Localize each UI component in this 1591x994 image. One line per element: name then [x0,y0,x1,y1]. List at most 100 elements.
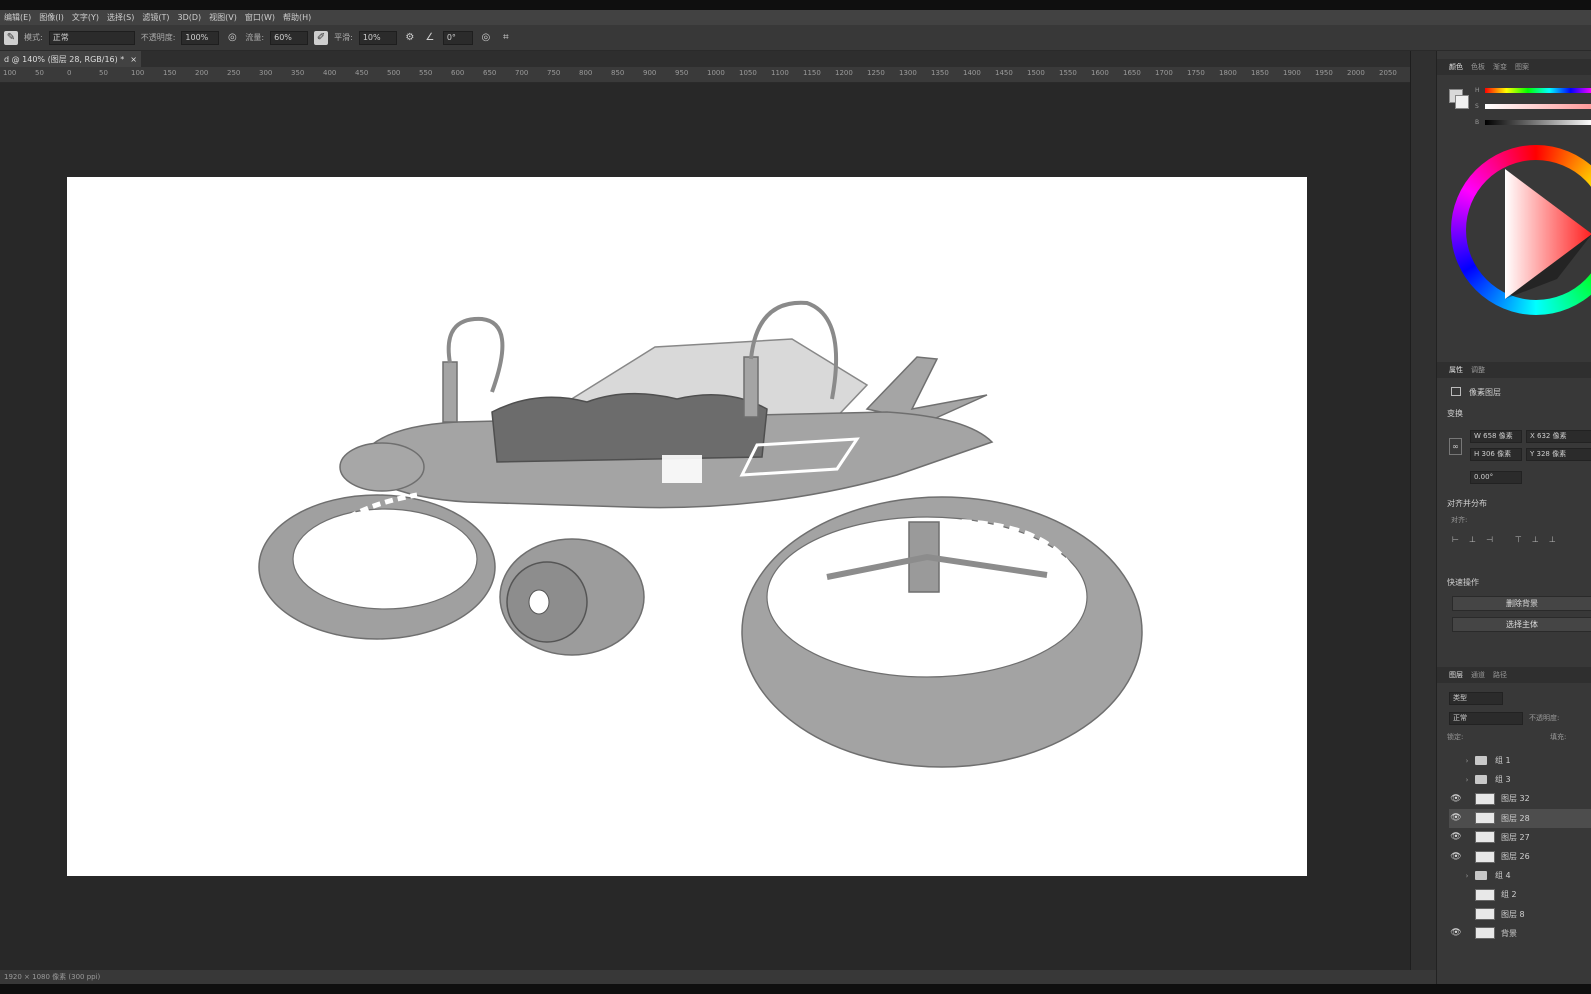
align-center-icon[interactable]: ⊥ [1469,535,1476,545]
menu-item[interactable]: 选择(S) [107,12,134,23]
tab-channels[interactable]: 通道 [1471,670,1485,680]
menu-item[interactable]: 窗口(W) [245,12,275,23]
ruler-mark: 600 [451,69,465,77]
background-swatch[interactable] [1455,95,1469,109]
layer-thumbnail [1475,792,1495,805]
layer-opacity-label: 不透明度: [1529,714,1560,722]
gear-icon[interactable]: ⚙ [403,31,417,45]
layer-row[interactable]: 👁 图层 27 [1449,828,1591,847]
layer-row[interactable]: 👁 图层 32 [1449,789,1591,808]
menu-bar: 编辑(E) 图像(I) 文字(Y) 选择(S) 滤镜(T) 3D(D) 视图(V) 窗口(W)… [0,10,1591,25]
eye-icon[interactable]: 👁 [1449,813,1463,823]
properties-panel-tabs: 属性 调整 [1437,362,1591,378]
status-bar: 1920 × 1080 像素 (300 ppi) [0,970,1436,984]
opacity-label: 不透明度: [140,33,176,42]
tab-adjustments[interactable]: 调整 [1471,365,1485,375]
blend-mode-select[interactable]: 正常 [1449,712,1523,725]
flow-label: 流量: [245,33,265,42]
hue-slider[interactable] [1485,88,1591,93]
expand-chevron-icon[interactable]: › [1463,776,1471,784]
expand-chevron-icon[interactable]: › [1463,872,1471,880]
menu-item[interactable]: 编辑(E) [4,12,31,23]
ruler-mark: 1800 [1219,69,1237,77]
mode-select[interactable]: 正常 [48,30,135,45]
layer-row[interactable]: 组 2 [1449,885,1591,904]
ruler-mark: 1900 [1283,69,1301,77]
brightness-slider[interactable] [1485,120,1591,125]
pressure-opacity-icon[interactable]: ◎ [225,31,239,45]
expand-chevron-icon[interactable]: › [1463,757,1471,765]
airbrush-icon[interactable]: ✐ [314,30,329,45]
tab-swatches[interactable]: 色板 [1471,62,1485,72]
ruler-mark: 150 [163,69,177,77]
layer-name: 图层 8 [1501,909,1525,919]
ruler-mark: 1350 [931,69,949,77]
ruler-mark: 500 [387,69,401,77]
layer-filter-select[interactable]: 类型 [1449,692,1503,705]
layer-type-label: 像素图层 [1469,388,1501,397]
eye-icon[interactable]: 👁 [1449,852,1463,862]
document-tab[interactable]: d @ 140% (图层 28, RGB/16) * × [0,51,141,67]
symmetry-icon[interactable]: ⌗ [499,31,513,45]
angle-field[interactable]: 0.00° [1470,471,1522,484]
link-icon[interactable]: ∞ [1449,438,1462,455]
folder-icon [1475,756,1487,765]
ruler-mark: 50 [99,69,108,77]
eye-icon[interactable]: 👁 [1449,794,1463,804]
menu-item[interactable]: 3D(D) [178,13,202,22]
folder-icon [1475,871,1487,881]
ruler-mark: 800 [579,69,593,77]
y-field[interactable]: Y 328 像素 [1526,448,1591,461]
ruler-mark: 1050 [739,69,757,77]
tab-layers[interactable]: 图层 [1449,670,1463,680]
eye-icon[interactable]: 👁 [1449,928,1463,938]
vertical-scrollbar[interactable] [1410,51,1436,970]
layer-name: 组 4 [1495,871,1511,881]
hue-slider-label: H [1475,87,1480,94]
layer-row[interactable]: 👁 背景 [1449,924,1591,943]
layer-row[interactable]: 👁 图层 28 [1449,808,1591,828]
document-canvas[interactable] [67,177,1307,876]
tab-color[interactable]: 颜色 [1449,62,1463,72]
saturation-slider[interactable] [1485,104,1591,109]
select-subject-button[interactable]: 选择主体 [1452,617,1591,632]
layer-row[interactable]: 图层 8 [1449,905,1591,924]
tab-paths[interactable]: 路径 [1493,670,1507,680]
flow-field[interactable]: 60% [270,30,309,45]
layer-row[interactable]: › 组 3 [1449,770,1591,789]
menu-item[interactable]: 图像(I) [39,12,64,23]
pressure-size-icon[interactable]: ◎ [479,31,493,45]
brush-tool-icon[interactable]: ✎ [4,30,18,45]
ruler-mark: 550 [419,69,433,77]
align-left-icon[interactable]: ⊢ [1452,535,1459,545]
smoothing-field[interactable]: 10% [358,30,397,45]
tab-patterns[interactable]: 图案 [1515,62,1529,72]
height-field[interactable]: H 306 像素 [1470,448,1522,461]
angle-field[interactable]: 0° [442,30,473,45]
align-top-icon[interactable]: ⊤ [1515,535,1522,545]
menu-item[interactable]: 视图(V) [209,12,237,23]
layer-row[interactable]: › 组 1 [1449,751,1591,770]
color-triangle[interactable] [1497,169,1591,301]
tab-gradients[interactable]: 渐变 [1493,62,1507,72]
align-bottom-icon[interactable]: ⊥ [1549,535,1556,545]
align-right-icon[interactable]: ⊣ [1486,535,1493,545]
opacity-field[interactable]: 100% [181,30,220,45]
mode-label: 模式: [24,33,43,42]
layer-row[interactable]: 👁 图层 26 [1449,847,1591,866]
x-field[interactable]: X 632 像素 [1526,430,1591,443]
eye-icon[interactable]: 👁 [1449,832,1463,842]
menu-item[interactable]: 帮助(H) [283,12,311,23]
layer-row[interactable]: › 组 4 [1449,866,1591,885]
layer-thumbnail [1475,812,1495,825]
menu-item[interactable]: 文字(Y) [72,12,99,23]
close-icon[interactable]: × [130,55,137,64]
menu-item[interactable]: 滤镜(T) [142,12,169,23]
ruler-mark: 400 [323,69,337,77]
remove-background-button[interactable]: 删除背景 [1452,596,1591,611]
ruler-mark: 950 [675,69,689,77]
align-middle-icon[interactable]: ⊥ [1532,535,1539,545]
ruler-mark: 1550 [1059,69,1077,77]
tab-properties[interactable]: 属性 [1449,365,1463,375]
width-field[interactable]: W 658 像素 [1470,430,1522,443]
